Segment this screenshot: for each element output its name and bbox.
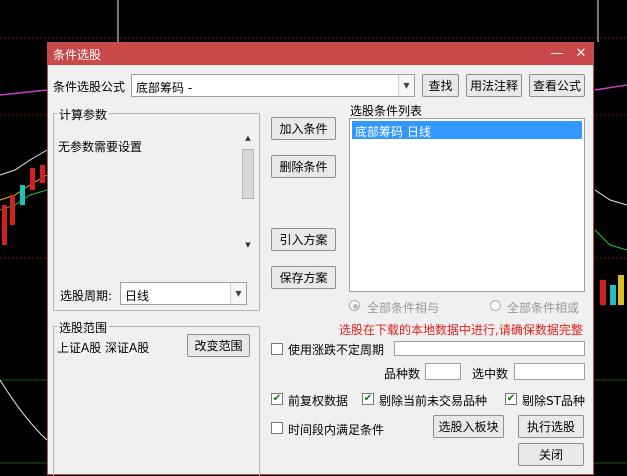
condition-list[interactable]: 底部筹码 日线 [349, 118, 585, 292]
stock-screener-dialog: 条件选股 — ✕ 条件选股公式 底部筹码 - ▼ 查找 用法注释 查看公式 计算… [47, 42, 594, 476]
period-value: 日线 [125, 289, 150, 303]
uncertain-period-label: 使用涨跌不定周期 [288, 343, 385, 357]
exclude-st-checkbox[interactable]: ✔ [505, 393, 517, 405]
execute-button[interactable]: 执行选股 [518, 415, 584, 438]
or-radio[interactable] [490, 300, 501, 311]
exclude-untraded-label: 剔除当前未交易品种 [379, 394, 488, 408]
count-label: 品种数 [384, 367, 421, 381]
check-icon: ✔ [363, 393, 373, 404]
and-label: 全部条件相与 [367, 301, 440, 315]
chevron-down-icon[interactable]: ▼ [230, 283, 246, 304]
selected-label: 选中数 [472, 367, 509, 381]
period-label: 选股周期: [60, 289, 113, 303]
time-range-checkbox[interactable] [271, 422, 283, 434]
time-range-label: 时间段内满足条件 [288, 423, 385, 437]
check-icon: ✔ [272, 393, 282, 404]
uncertain-period-checkbox[interactable] [271, 343, 283, 355]
usage-notes-button[interactable]: 用法注释 [466, 74, 522, 97]
formula-select[interactable]: 底部筹码 - ▼ [131, 74, 415, 97]
period-select[interactable]: 日线 ▼ [120, 282, 247, 305]
view-formula-button[interactable]: 查看公式 [529, 74, 585, 97]
find-button[interactable]: 查找 [422, 74, 459, 97]
chevron-down-icon[interactable]: ▼ [398, 75, 414, 96]
restore-checkbox[interactable]: ✔ [271, 393, 283, 405]
title-bar[interactable]: 条件选股 — ✕ [48, 43, 593, 65]
restore-label: 前复权数据 [288, 394, 349, 408]
scroll-down-icon[interactable]: ▼ [243, 241, 253, 251]
condition-list-title: 选股条件列表 [350, 104, 423, 118]
minimize-icon[interactable]: — [546, 43, 568, 65]
select-to-block-button[interactable]: 选股入板块 [433, 415, 504, 438]
warning-text: 选股在下载的本地数据中进行,请确保数据完整 [339, 323, 583, 337]
import-plan-button[interactable]: 引入方案 [271, 228, 336, 251]
count-field [425, 363, 461, 380]
save-plan-button[interactable]: 保存方案 [271, 266, 336, 289]
add-condition-button[interactable]: 加入条件 [271, 117, 336, 140]
selected-field [514, 363, 585, 380]
scroll-thumb[interactable] [242, 149, 254, 199]
params-text: 无参数需要设置 [58, 140, 143, 154]
params-group-title: 计算参数 [57, 106, 110, 123]
formula-value: 底部筹码 - [136, 81, 193, 95]
close-icon[interactable]: ✕ [570, 43, 592, 65]
or-label: 全部条件相或 [507, 301, 580, 315]
change-scope-button[interactable]: 改变范围 [187, 334, 250, 357]
params-scrollbar[interactable]: ▲ ▼ [241, 133, 255, 253]
scroll-up-icon[interactable]: ▲ [243, 134, 253, 144]
close-button[interactable]: 关闭 [518, 443, 584, 466]
dialog-title: 条件选股 [53, 48, 102, 62]
check-icon: ✔ [506, 393, 516, 404]
scope-value: 上证A股 深证A股 [57, 341, 150, 355]
uncertain-period-input[interactable] [394, 341, 585, 356]
delete-condition-button[interactable]: 删除条件 [271, 155, 336, 178]
list-item[interactable]: 底部筹码 日线 [352, 121, 582, 139]
exclude-st-label: 剔除ST品种 [522, 394, 585, 408]
scope-group-title: 选股范围 [57, 319, 110, 336]
formula-label: 条件选股公式 [53, 80, 126, 94]
and-radio[interactable] [349, 300, 360, 311]
exclude-untraded-checkbox[interactable]: ✔ [362, 393, 374, 405]
